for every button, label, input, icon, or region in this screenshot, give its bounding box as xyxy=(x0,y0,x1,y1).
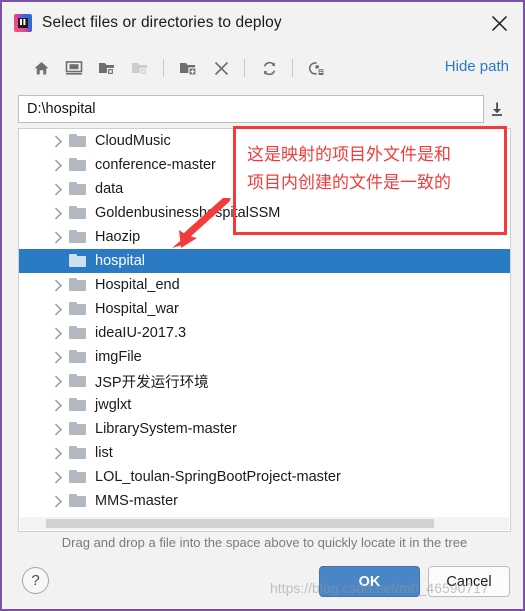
file-tree[interactable]: CloudMusic conference-master data Goldenbus… xyxy=(18,128,511,532)
tree-row-label: hospital xyxy=(95,253,145,269)
tree-row-label: list xyxy=(95,445,113,461)
hide-path-link[interactable]: Hide path xyxy=(445,58,509,75)
tree-row[interactable]: jwglxt xyxy=(19,393,510,417)
chevron-right-icon[interactable] xyxy=(47,494,69,508)
toolbar-separator xyxy=(292,59,293,77)
folder-icon xyxy=(69,374,87,388)
folder-icon xyxy=(69,446,87,460)
select-files-dialog: Select files or directories to deploy Hi… xyxy=(0,0,525,611)
folder-icon xyxy=(69,254,87,268)
show-hidden-icon[interactable] xyxy=(302,53,332,83)
folder-icon xyxy=(69,206,87,220)
chevron-right-icon[interactable] xyxy=(47,350,69,364)
tree-row-label: LOL_toulan-SpringBootProject-master xyxy=(95,469,341,485)
project-folder-icon[interactable] xyxy=(92,53,122,83)
tree-row[interactable]: CloudMusic xyxy=(19,129,510,153)
tree-row[interactable]: ideaIU-2017.3 xyxy=(19,321,510,345)
tree-row[interactable]: imgFile xyxy=(19,345,510,369)
desktop-icon[interactable] xyxy=(59,53,89,83)
delete-icon[interactable] xyxy=(206,53,236,83)
home-icon[interactable] xyxy=(26,53,56,83)
chevron-right-icon[interactable] xyxy=(47,326,69,340)
folder-icon xyxy=(69,134,87,148)
tree-row[interactable]: Haozip xyxy=(19,225,510,249)
tree-row-label: data xyxy=(95,181,124,197)
tree-row[interactable]: list xyxy=(19,441,510,465)
file-tree-list: CloudMusic conference-master data Goldenbus… xyxy=(19,129,510,513)
folder-icon xyxy=(69,422,87,436)
page-title: Select files or directories to deploy xyxy=(42,14,282,31)
tree-row-label: Haozip xyxy=(95,229,141,245)
path-input[interactable]: D:\hospital xyxy=(18,95,484,123)
tree-row-label: conference-master xyxy=(95,157,216,173)
toolbar-separator xyxy=(163,59,164,77)
tree-row-label: CloudMusic xyxy=(95,133,171,149)
module-folder-icon xyxy=(125,53,155,83)
folder-icon xyxy=(69,470,87,484)
tree-row[interactable]: Hospital_war xyxy=(19,297,510,321)
download-arrow-icon[interactable] xyxy=(484,95,510,123)
tree-row-label: Hospital_end xyxy=(95,277,180,293)
chevron-right-icon[interactable] xyxy=(47,134,69,148)
new-folder-icon[interactable] xyxy=(173,53,203,83)
folder-icon xyxy=(69,350,87,364)
folder-icon xyxy=(69,278,87,292)
tree-row[interactable]: JSP开发运行环境 xyxy=(19,369,510,393)
close-icon[interactable] xyxy=(483,7,515,39)
tree-row[interactable]: conference-master xyxy=(19,153,510,177)
drag-drop-hint: Drag and drop a file into the space abov… xyxy=(61,535,468,550)
folder-icon xyxy=(69,230,87,244)
tree-row[interactable]: GoldenbusinesshospitalSSM xyxy=(19,201,510,225)
folder-icon xyxy=(69,158,87,172)
chevron-right-icon[interactable] xyxy=(47,422,69,436)
folder-icon xyxy=(69,302,87,316)
folder-icon xyxy=(69,494,87,508)
toolbar: Hide path xyxy=(4,48,523,88)
folder-icon xyxy=(69,182,87,196)
chevron-right-icon[interactable] xyxy=(47,302,69,316)
tree-row[interactable]: Hospital_end xyxy=(19,273,510,297)
chevron-right-icon[interactable] xyxy=(47,278,69,292)
tree-row-label: jwglxt xyxy=(95,397,132,413)
horizontal-scrollbar[interactable] xyxy=(20,517,509,530)
tree-row-label: Hospital_war xyxy=(95,301,179,317)
chevron-right-icon[interactable] xyxy=(47,182,69,196)
chevron-right-icon[interactable] xyxy=(47,374,69,388)
cancel-button[interactable]: Cancel xyxy=(428,566,510,597)
tree-row[interactable]: LOL_toulan-SpringBootProject-master xyxy=(19,465,510,489)
tree-row-label: LibrarySystem-master xyxy=(95,421,237,437)
tree-row[interactable]: MMS-master xyxy=(19,489,510,513)
title-bar: Select files or directories to deploy xyxy=(4,4,523,42)
tree-row-label: GoldenbusinesshospitalSSM xyxy=(95,205,281,221)
tree-row-label: imgFile xyxy=(95,349,142,365)
tree-row[interactable]: hospital xyxy=(19,249,510,273)
chevron-right-icon[interactable] xyxy=(47,398,69,412)
horizontal-scrollbar-thumb[interactable] xyxy=(46,519,434,528)
ok-button[interactable]: OK xyxy=(319,566,420,597)
tree-row[interactable]: LibrarySystem-master xyxy=(19,417,510,441)
path-row: D:\hospital xyxy=(18,94,511,124)
tree-row-label: MMS-master xyxy=(95,493,178,509)
refresh-icon[interactable] xyxy=(254,53,284,83)
tree-row-label: JSP开发运行环境 xyxy=(95,374,209,391)
chevron-right-icon[interactable] xyxy=(47,446,69,460)
chevron-right-icon[interactable] xyxy=(47,470,69,484)
toolbar-separator xyxy=(244,59,245,77)
tree-row-label: ideaIU-2017.3 xyxy=(95,325,187,341)
dialog-footer: ? OK Cancel xyxy=(4,556,523,609)
folder-icon xyxy=(69,398,87,412)
intellij-idea-icon xyxy=(14,14,32,32)
help-button[interactable]: ? xyxy=(22,567,49,594)
chevron-right-icon[interactable] xyxy=(47,206,69,220)
chevron-right-icon[interactable] xyxy=(47,158,69,172)
folder-icon xyxy=(69,326,87,340)
tree-row[interactable]: data xyxy=(19,177,510,201)
chevron-right-icon[interactable] xyxy=(47,230,69,244)
